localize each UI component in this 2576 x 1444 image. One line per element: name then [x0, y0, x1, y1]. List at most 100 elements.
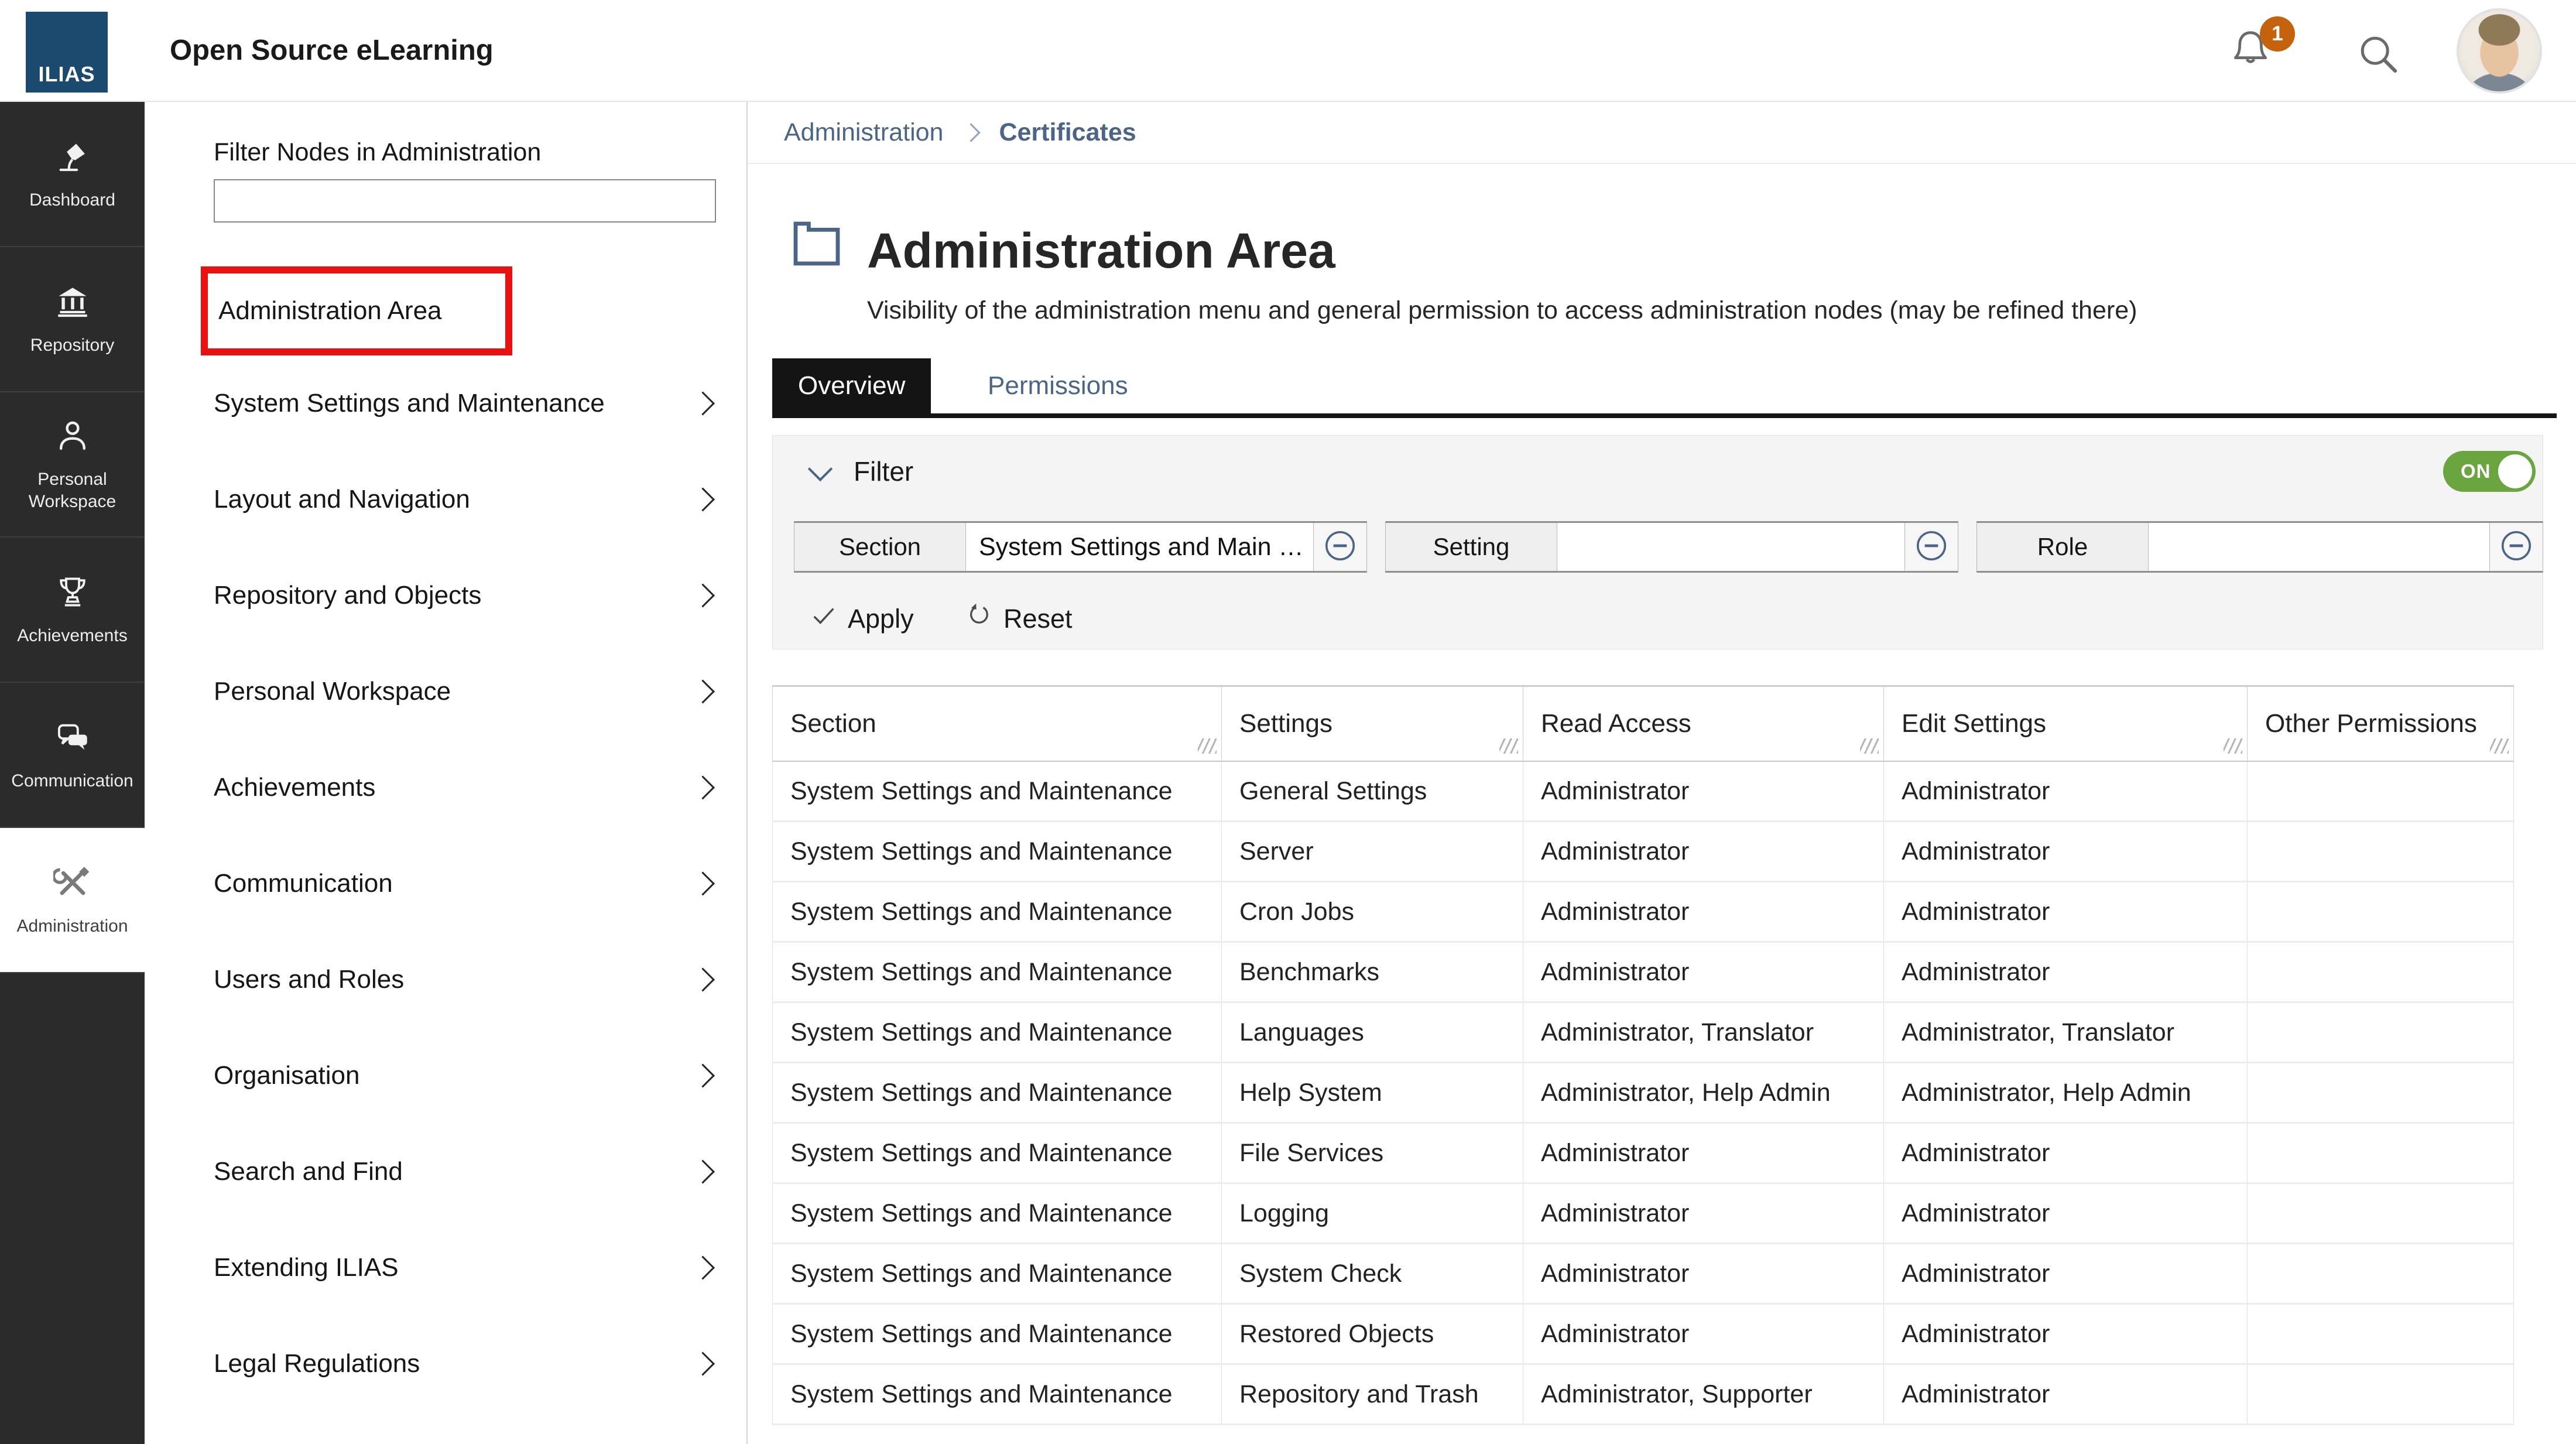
table-cell: Administrator, Translator: [1523, 1002, 1884, 1063]
search-button[interactable]: [2352, 28, 2403, 78]
column-header-other-permissions[interactable]: Other Permissions: [2248, 686, 2514, 762]
table-row: System Settings and Maintenance Restored…: [773, 1304, 2514, 1364]
table-cell: System Settings and Maintenance: [773, 1364, 1222, 1425]
table-row: System Settings and Maintenance Server A…: [773, 822, 2514, 882]
tab-underline: [772, 413, 2557, 418]
tools-icon: [53, 863, 92, 905]
tree-item[interactable]: Personal Workspace: [145, 644, 745, 740]
table-cell: [2248, 1063, 2514, 1123]
tab-permissions[interactable]: Permissions: [963, 358, 1153, 413]
table-cell: [2248, 1244, 2514, 1304]
column-header-label: Section: [790, 709, 876, 738]
sidebar-item-administration[interactable]: Administration: [0, 828, 145, 973]
ilias-admin-page: ILIAS Open Source eLearning 1: [0, 0, 2576, 1444]
tab-bar: Overview Permissions: [772, 358, 2576, 418]
chevron-down-icon[interactable]: [808, 457, 833, 481]
chevron-right-icon: [691, 487, 715, 511]
table-cell: [2248, 761, 2514, 822]
filter-setting-remove-button[interactable]: [1904, 523, 1958, 571]
filter-section-input[interactable]: [966, 523, 1313, 571]
column-resize-handle-icon[interactable]: [2490, 738, 2509, 754]
tree-item[interactable]: Layout and Navigation: [145, 451, 745, 548]
tree-item-label: Layout and Navigation: [214, 485, 470, 514]
app-title: Open Source eLearning: [170, 0, 494, 101]
breadcrumb-link-administration[interactable]: Administration: [784, 118, 943, 147]
table-cell: Languages: [1222, 1002, 1523, 1063]
bell-icon: [2225, 70, 2276, 80]
trophy-icon: [53, 573, 92, 614]
filter-section-remove-button[interactable]: [1313, 523, 1366, 571]
tree-item[interactable]: Extending ILIAS: [145, 1220, 745, 1316]
table-cell: Administrator: [1884, 882, 2248, 942]
page-head: Administration Area Visibility of the ad…: [748, 164, 2576, 358]
table-cell: Administrator: [1523, 1123, 1884, 1183]
reset-label: Reset: [1003, 604, 1073, 634]
table-cell: System Settings and Maintenance: [773, 1304, 1222, 1364]
chevron-right-icon: [691, 967, 715, 991]
filter-panel-label: Filter: [854, 456, 913, 487]
column-header-section[interactable]: Section: [773, 686, 1222, 762]
filter-toggle[interactable]: ON: [2443, 451, 2536, 492]
column-resize-handle-icon[interactable]: [1198, 738, 1217, 754]
tree-item[interactable]: Communication: [145, 836, 745, 932]
ilias-logo[interactable]: ILIAS: [26, 12, 108, 93]
sidebar-item-achievements[interactable]: Achievements: [0, 538, 145, 683]
tab-overview[interactable]: Overview: [772, 358, 931, 413]
sidebar-item-label: Repository: [30, 334, 114, 357]
table-cell: Administrator: [1523, 882, 1884, 942]
table-cell: Administrator: [1523, 1183, 1884, 1244]
notifications-button[interactable]: 1: [2225, 26, 2279, 80]
filter-field-role: Role: [1976, 521, 2543, 573]
table-cell: [2248, 1364, 2514, 1425]
table-cell: Administrator: [1523, 761, 1884, 822]
toggle-state-label: ON: [2461, 460, 2491, 483]
table-cell: System Settings and Maintenance: [773, 1183, 1222, 1244]
main-content: Administration Certificates Administrati…: [748, 102, 2576, 1444]
tree-item[interactable]: Organisation: [145, 1028, 745, 1124]
table-row: System Settings and Maintenance System C…: [773, 1244, 2514, 1304]
sidebar-item-communication[interactable]: Communication: [0, 683, 145, 828]
apply-button[interactable]: Apply: [810, 602, 914, 635]
tree-item[interactable]: Achievements: [145, 740, 745, 836]
table-cell: Administrator, Help Admin: [1884, 1063, 2248, 1123]
table-cell: Administrator: [1884, 822, 2248, 882]
column-resize-handle-icon[interactable]: [2224, 738, 2242, 754]
table-cell: System Settings and Maintenance: [773, 882, 1222, 942]
filter-field-setting: Setting: [1385, 521, 1958, 573]
tree-item-label: Legal Regulations: [214, 1349, 420, 1378]
column-header-settings[interactable]: Settings: [1222, 686, 1523, 762]
sidebar-item-label: Dashboard: [29, 189, 115, 211]
minus-circle-icon: [1322, 528, 1358, 567]
user-avatar[interactable]: [2457, 8, 2542, 94]
tree-item[interactable]: Legal Regulations: [145, 1316, 745, 1412]
column-header-read-access[interactable]: Read Access: [1523, 686, 1884, 762]
table-cell: Administrator: [1884, 942, 2248, 1002]
filter-role-input[interactable]: [2149, 523, 2489, 571]
reset-button[interactable]: Reset: [966, 602, 1073, 635]
column-resize-handle-icon[interactable]: [1860, 738, 1879, 754]
permissions-table: Section Settings Read Access Edit Settin…: [772, 685, 2514, 1425]
breadcrumb-link-certificates[interactable]: Certificates: [999, 118, 1136, 147]
filter-role-remove-button[interactable]: [2489, 523, 2543, 571]
sidebar-item-personal-workspace[interactable]: Personal Workspace: [0, 392, 145, 538]
table-cell: Logging: [1222, 1183, 1523, 1244]
tree-item-administration-area[interactable]: Administration Area: [208, 296, 442, 326]
tree-item[interactable]: System Settings and Maintenance: [145, 355, 745, 451]
apply-label: Apply: [848, 604, 914, 634]
tree-item[interactable]: Users and Roles: [145, 932, 745, 1028]
filter-setting-input[interactable]: [1557, 523, 1904, 571]
table-cell: Administrator: [1523, 822, 1884, 882]
column-header-label: Settings: [1239, 709, 1332, 738]
table-row: System Settings and Maintenance Cron Job…: [773, 882, 2514, 942]
tree-item[interactable]: Search and Find: [145, 1124, 745, 1220]
sidebar-item-repository[interactable]: Repository: [0, 247, 145, 392]
tree-item-label: Extending ILIAS: [214, 1253, 399, 1282]
table-row: System Settings and Maintenance File Ser…: [773, 1123, 2514, 1183]
filter-nodes-input[interactable]: [214, 179, 716, 223]
column-header-edit-settings[interactable]: Edit Settings: [1884, 686, 2248, 762]
chevron-right-icon: [691, 391, 715, 415]
tree-item[interactable]: Repository and Objects: [145, 548, 745, 644]
column-resize-handle-icon[interactable]: [1499, 738, 1518, 754]
table-cell: System Settings and Maintenance: [773, 1063, 1222, 1123]
sidebar-item-dashboard[interactable]: Dashboard: [0, 102, 145, 247]
